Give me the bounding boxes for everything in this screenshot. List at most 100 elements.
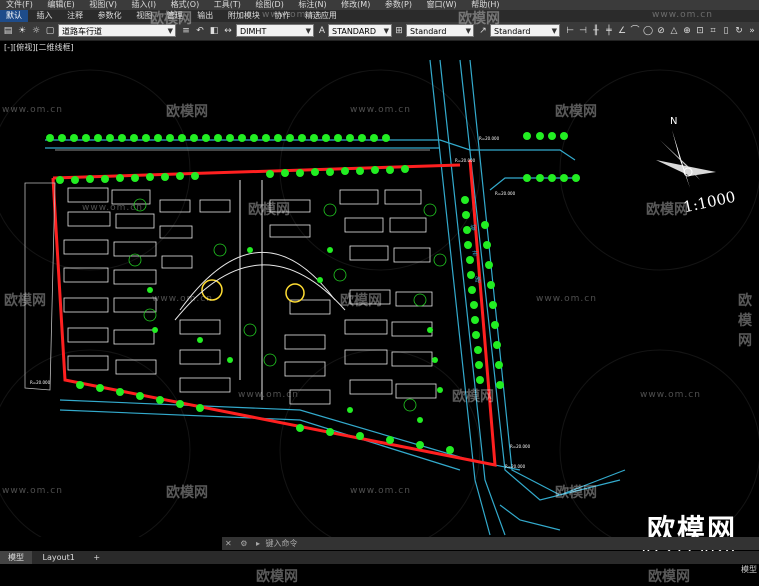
layer-properties-icon[interactable]: ▤ (2, 25, 14, 37)
north-label: N (670, 116, 677, 127)
layer-value: 道路车行道 (62, 27, 102, 36)
watermark-url: www.om.cn (536, 294, 597, 304)
tab-annotate[interactable]: 注释 (61, 10, 89, 22)
layer-iso-icon[interactable]: ◧ (208, 25, 220, 37)
ordinate-dim-icon[interactable]: △ (668, 25, 680, 37)
textstyle-dropdown[interactable]: STANDARD ▼ (328, 24, 392, 37)
watermark-brand: 欧模网 (646, 202, 688, 218)
watermark-brand: 欧模网 (150, 11, 192, 27)
menu-window[interactable]: 窗口(W) (421, 0, 463, 10)
textstyle-icon: A (318, 26, 326, 36)
diameter-dim-icon[interactable]: ⊘ (655, 25, 667, 37)
aligned-dim-icon[interactable]: ⊣ (577, 25, 589, 37)
chevron-down-icon: ▼ (383, 27, 389, 35)
mleaderstyle-dropdown[interactable]: Standard ▼ (490, 24, 560, 37)
menu-edit[interactable]: 编辑(E) (41, 0, 80, 10)
watermark-brand: 欧模网 (555, 104, 597, 120)
tablestyle-value: Standard (410, 27, 447, 36)
tab-parametric[interactable]: 参数化 (92, 10, 128, 22)
tab-addins[interactable]: 附加模块 (222, 10, 266, 22)
menu-file[interactable]: 文件(F) (0, 0, 39, 10)
bulb-icon[interactable]: ☀ (16, 25, 28, 37)
tablestyle-icon: ⊞ (395, 26, 403, 36)
radius-dim-icon[interactable]: ◯ (642, 25, 654, 37)
wrench-icon[interactable]: ⚙ (237, 539, 250, 548)
close-icon[interactable]: ✕ (222, 539, 235, 548)
road-label-3: 路 (475, 276, 481, 284)
tab-model[interactable]: 模型 (0, 551, 32, 564)
watermark-url: www.om.cn (152, 294, 213, 304)
road-label-1: 城 (470, 225, 476, 232)
watermark-url: www.om.cn (262, 10, 323, 20)
tree-symbols (46, 132, 580, 454)
command-prompt-icon: ▸ (255, 539, 260, 548)
north-arrow-icon: N (656, 116, 716, 188)
menu-parametric[interactable]: 参数(P) (379, 0, 418, 10)
dimstyle-icon: ↔ (224, 26, 232, 36)
tab-output[interactable]: 输出 (191, 10, 219, 22)
layout-tabs: 模型 Layout1 + (0, 551, 759, 564)
svg-text:R=20.000: R=20.000 (479, 136, 500, 141)
menu-dimension[interactable]: 标注(N) (292, 0, 332, 10)
watermark-brand: 欧模网 (166, 104, 208, 120)
plaza-feature (201, 279, 305, 303)
watermark-brand: 欧模网 (738, 293, 752, 349)
svg-text:R=20.000: R=20.000 (455, 158, 476, 163)
quick-dim-icon[interactable]: ⌗ (707, 25, 719, 37)
watermark-brand: 欧模网 (4, 293, 46, 309)
svg-text:R=20.000: R=20.000 (510, 444, 531, 449)
center-mark-icon[interactable]: ⊕ (681, 25, 693, 37)
watermark-url: www.om.cn (350, 486, 411, 496)
watermark-url: www.om.cn (350, 105, 411, 115)
mleaderstyle-value: Standard (494, 27, 531, 36)
ribbon-tabs: 默认 插入 注释 参数化 视图 管理 输出 附加模块 协作 精选应用 (0, 10, 759, 22)
baseline-dim-icon[interactable]: ╫ (590, 25, 602, 37)
svg-text:R=20.000: R=20.000 (30, 380, 51, 385)
more-icon[interactable]: » (746, 25, 758, 37)
properties-toolbar: ▤ ☀ ☼ ▢ 道路车行道 ▼ ≡ ↶ ◧ ↔ DIMHT ▼ A STANDA… (0, 22, 759, 41)
menu-tools[interactable]: 工具(T) (208, 0, 247, 10)
watermark-url: www.om.cn (82, 203, 143, 213)
chevron-down-icon: ▼ (551, 27, 557, 35)
arc-dim-icon[interactable]: ⌒ (629, 25, 641, 37)
layer-previous-icon[interactable]: ↶ (194, 25, 206, 37)
tab-default[interactable]: 默认 (0, 10, 28, 22)
dim-update-icon[interactable]: ↻ (733, 25, 745, 37)
road-label-2: 市 (472, 250, 478, 258)
linear-dim-icon[interactable]: ⊢ (564, 25, 576, 37)
status-model[interactable]: 模型 (741, 564, 757, 575)
menu-modify[interactable]: 修改(M) (335, 0, 376, 10)
dimstyle-dropdown[interactable]: DIMHT ▼ (236, 24, 314, 37)
watermark-url: www.om.cn (238, 390, 299, 400)
continue-dim-icon[interactable]: ╪ (603, 25, 615, 37)
watermark-brand: 欧模网 (458, 11, 500, 27)
watermark-brand: 欧模网 (648, 569, 690, 585)
watermark-brand: 欧模网 (555, 485, 597, 501)
tab-insert[interactable]: 插入 (31, 10, 59, 22)
command-line[interactable]: ✕ ⚙ ▸ 键入命令 (222, 537, 759, 550)
tab-layout1[interactable]: Layout1 (35, 551, 83, 564)
watermark-brand: 欧模网 (166, 485, 208, 501)
command-input[interactable]: 键入命令 (266, 539, 298, 548)
watermark-brand: 欧模网 (452, 389, 494, 405)
chevron-down-icon: ▼ (305, 27, 311, 35)
watermark-url: www.om.cn (2, 105, 63, 115)
watermark-brand: 欧模网 (340, 293, 382, 309)
menu-draw[interactable]: 绘图(D) (249, 0, 289, 10)
watermark-url: www.om.cn (652, 10, 713, 20)
watermark-url: www.om.cn (640, 390, 701, 400)
dimstyle-value: DIMHT (240, 27, 267, 36)
angular-dim-icon[interactable]: ∠ (616, 25, 628, 37)
lock-icon[interactable]: ▢ (44, 25, 56, 37)
textstyle-value: STANDARD (332, 27, 377, 36)
tolerance-icon[interactable]: ⊡ (694, 25, 706, 37)
sun-icon[interactable]: ☼ (30, 25, 42, 37)
watermark-brand: 欧模网 (248, 202, 290, 218)
watermark-url: www.om.cn (2, 486, 63, 496)
add-layout-icon[interactable]: + (85, 551, 108, 564)
svg-text:R=20.000: R=20.000 (505, 464, 526, 469)
viewport-label[interactable]: [-][俯视][二维线框] (4, 42, 74, 53)
dim-edit-icon[interactable]: ▯ (720, 25, 732, 37)
menu-view[interactable]: 视图(V) (83, 0, 123, 10)
menu-bar: 文件(F) 编辑(E) 视图(V) 插入(I) 格式(O) 工具(T) 绘图(D… (0, 0, 759, 10)
